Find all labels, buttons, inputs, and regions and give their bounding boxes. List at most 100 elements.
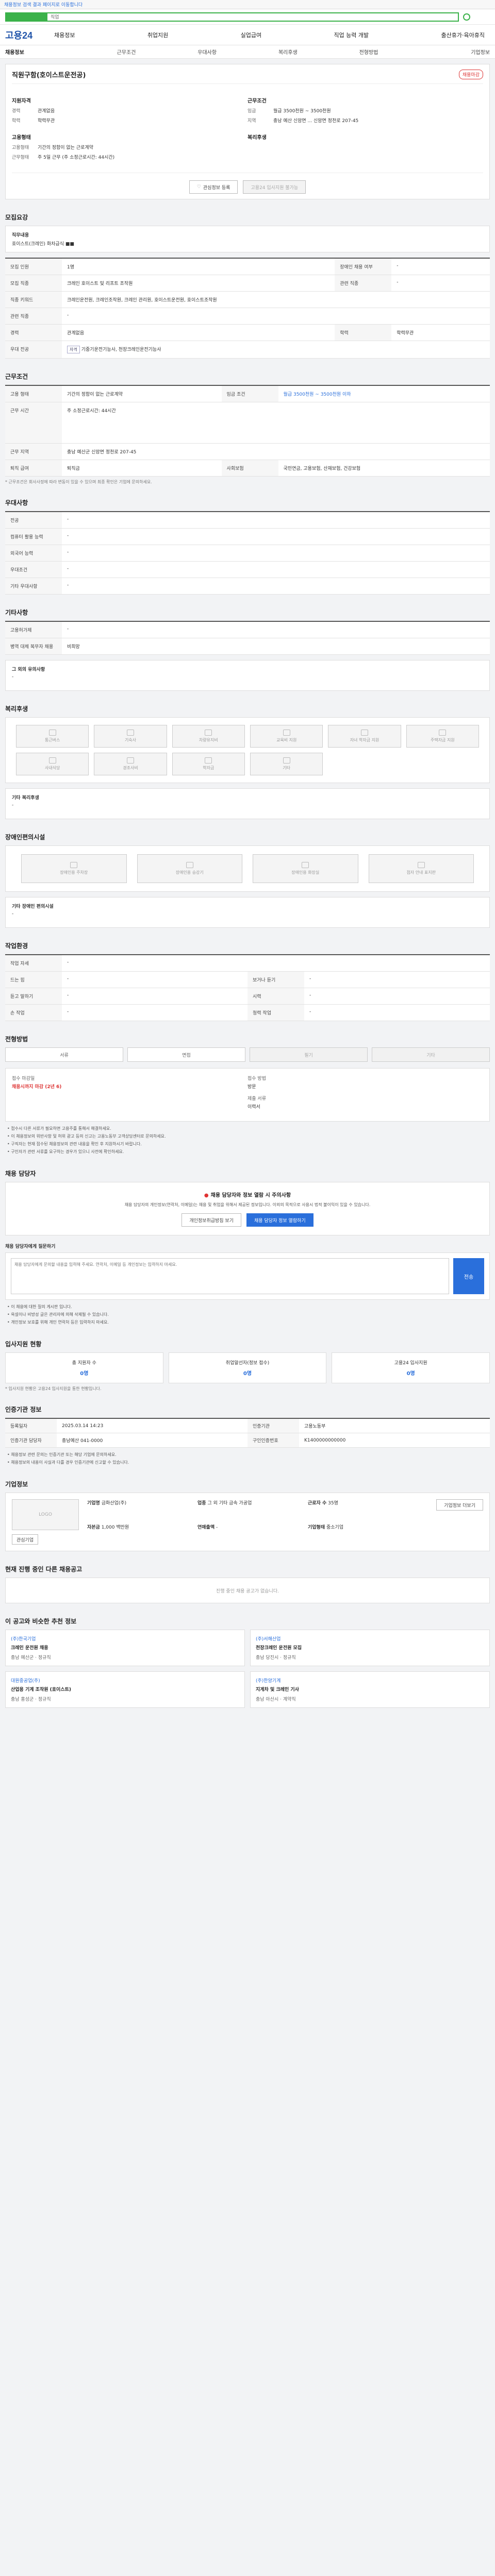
tab-corp[interactable]: 기업정보 bbox=[409, 48, 490, 56]
notice-bar[interactable]: 채용정보 검색 결과 페이지로 이동합니다 bbox=[0, 0, 495, 9]
menu-item[interactable]: 직업 능력 개발 bbox=[334, 31, 369, 39]
recommend-card[interactable]: (주)서해산업 천장크레인 운전원 모집 충남 당진시 · 정규직 bbox=[250, 1630, 490, 1666]
welfare-item: 기숙사 bbox=[94, 725, 167, 748]
rec-company: (주)한국기업 bbox=[11, 1637, 36, 1642]
corp-value: 1,000 백만원 bbox=[101, 1525, 129, 1530]
section-welfare: 복리후생 bbox=[5, 705, 28, 713]
section-disabled: 장애인편의시설 bbox=[5, 834, 45, 841]
section-qa: 채용 담당자 bbox=[5, 1170, 36, 1177]
status-key: 총 지원자 수 bbox=[72, 1361, 96, 1366]
apply-value: 방문 bbox=[248, 1084, 256, 1090]
row-key: 모집 직종 bbox=[5, 275, 62, 292]
search-input[interactable]: 직업 bbox=[47, 13, 458, 20]
summary-value: 주 5일 근무 (주 소정근로시간: 44시간) bbox=[38, 155, 115, 160]
row-value: - bbox=[62, 528, 490, 545]
welfare-item: 주택자금 지원 bbox=[406, 725, 479, 748]
status-value: 0명 bbox=[243, 1371, 252, 1377]
welfare-label: 학자금 bbox=[203, 766, 214, 770]
menu-item[interactable]: 취업지원 bbox=[147, 31, 168, 39]
summary-value: 월급 3500천원 ~ 3500천원 bbox=[273, 109, 331, 114]
welfare-item: 차량유지비 bbox=[172, 725, 245, 748]
summary-key: 학력 bbox=[12, 118, 21, 124]
welfare-item: 교육비 지원 bbox=[250, 725, 323, 748]
section-etc: 기타사항 bbox=[5, 609, 28, 616]
search-category[interactable] bbox=[6, 13, 47, 21]
notice-text[interactable]: 채용정보 검색 결과 페이지로 이동합니다 bbox=[4, 1, 82, 8]
tab-work[interactable]: 근무조건 bbox=[86, 48, 167, 56]
section-job: 모집요강 bbox=[5, 214, 28, 221]
tab-method[interactable]: 전형방법 bbox=[328, 48, 409, 56]
row-key: 관련 직종 bbox=[335, 275, 392, 292]
restroom-icon bbox=[302, 862, 309, 868]
row-value: - bbox=[62, 512, 490, 529]
section-status: 입사지원 현황 bbox=[5, 1341, 42, 1348]
row-value: 2025.03.14 14:23 bbox=[57, 1418, 248, 1433]
row-key: 시력 bbox=[248, 988, 304, 1005]
summary-head: 복리후생 bbox=[248, 135, 267, 141]
site-logo[interactable]: 고용24 bbox=[5, 28, 54, 42]
section-env: 작업환경 bbox=[5, 942, 28, 950]
etc-extra-label: 그 외의 유의사항 bbox=[12, 667, 45, 672]
row-key: 직종 키워드 bbox=[5, 291, 62, 308]
menu-item[interactable]: 실업급여 bbox=[241, 31, 261, 39]
status-key: 취업알선자(정보 접수) bbox=[225, 1361, 270, 1366]
status-row: 총 지원자 수 0명 취업알선자(정보 접수) 0명 고용24 입사지원 0명 bbox=[5, 1352, 490, 1383]
menu-item[interactable]: 출산휴가·육아휴직 bbox=[441, 31, 484, 39]
section-history: 인증기관 정보 bbox=[5, 1406, 42, 1413]
menu-item[interactable]: 채용정보 bbox=[54, 31, 75, 39]
search-icon[interactable] bbox=[463, 13, 470, 21]
corp-card: LOGO 관심기업 기업명 금화산업(주) 업종 그 외 기타 금속 가공업 근… bbox=[5, 1493, 490, 1551]
recommend-card[interactable]: (주)한양기계 지게차 및 크레인 기사 충남 아산시 · 계약직 bbox=[250, 1671, 490, 1708]
work-table: 고용 형태 기간의 정함이 없는 근로계약 임금 조건 월급 3500천원 ~ 350… bbox=[5, 385, 490, 477]
ask-submit-button[interactable]: 전송 bbox=[453, 1258, 484, 1294]
corp-fav-button[interactable]: 관심기업 bbox=[12, 1534, 39, 1545]
search-row: 직업 bbox=[0, 9, 495, 25]
method-tab[interactable]: 기타 bbox=[372, 1047, 490, 1062]
recommend-card[interactable]: 대원중공업(주) 산업용 기계 조작원 (호이스트) 충남 홍성군 · 정규직 bbox=[5, 1671, 245, 1708]
row-key: 관련 직종 bbox=[5, 308, 62, 325]
row-value: - bbox=[62, 561, 490, 578]
welfare-extra: 기타 복리후생 - bbox=[5, 788, 490, 819]
apply-button[interactable]: 고용24 입사지원 불가능 bbox=[243, 180, 306, 194]
row-value: 자격 기중기운전기능사, 천장크레인운전기능사 bbox=[62, 341, 490, 359]
welfare-grid: 통근버스 기숙사 차량유지비 교육비 지원 자녀 학자금 지원 주택자금 지원 … bbox=[5, 717, 490, 783]
section-recommend: 이 공고와 비슷한 추천 정보 bbox=[5, 1618, 77, 1625]
status-badge: 채용마감 bbox=[458, 70, 483, 79]
ask-input[interactable] bbox=[11, 1258, 449, 1294]
method-tab[interactable]: 필기 bbox=[250, 1047, 368, 1062]
privacy-policy-button[interactable]: 개인정보취급방침 보기 bbox=[182, 1213, 241, 1227]
tab-job[interactable]: 채용정보 bbox=[5, 48, 86, 56]
tab-welfare[interactable]: 복리후생 bbox=[248, 48, 328, 56]
recommend-card[interactable]: (주)한국기업 크레인 운전원 채용 충남 예산군 · 정규직 bbox=[5, 1630, 245, 1666]
bullet: 욕설이나 비방성 글은 관리자에 의해 삭제될 수 있습니다. bbox=[7, 1311, 490, 1318]
row-value: 월급 3500천원 ~ 3500천원 이하 bbox=[278, 385, 490, 402]
summary-value: 충남 예산 신암면 ... 신암면 정천로 207-45 bbox=[273, 118, 359, 124]
facility-item: 점자 안내 표지판 bbox=[368, 854, 474, 883]
others-empty: 진행 중인 채용 공고가 없습니다. bbox=[5, 1578, 490, 1603]
tab-pref[interactable]: 우대사항 bbox=[167, 48, 248, 56]
etc-icon bbox=[283, 757, 290, 764]
history-table: 등록일자 2025.03.14 14:23 인증기관 고용노동부 인증기관 담당자 충남… bbox=[5, 1418, 490, 1448]
favorite-button[interactable]: 관심정보 등록 bbox=[189, 180, 238, 194]
facility-item: 장애인용 승강기 bbox=[137, 854, 242, 883]
rec-title: 산업용 기계 조작원 (호이스트) bbox=[11, 1687, 71, 1692]
row-value: K1400000000000 bbox=[299, 1433, 490, 1448]
row-key: 고용 형태 bbox=[5, 385, 62, 402]
row-key: 듣고 말하기 bbox=[5, 988, 62, 1005]
row-key: 외국어 능력 bbox=[5, 545, 62, 562]
row-value: - bbox=[304, 1004, 490, 1021]
corp-more-button[interactable]: 기업정보 더보기 bbox=[436, 1499, 483, 1511]
corp-value: - bbox=[216, 1525, 218, 1530]
method-tab[interactable]: 서류 bbox=[5, 1047, 123, 1062]
view-contact-button[interactable]: 채용 담당자 정보 열람하기 bbox=[246, 1213, 314, 1227]
disabled-extra-label: 기타 장애인 편의시설 bbox=[12, 904, 54, 909]
row-key: 등록일자 bbox=[5, 1418, 57, 1433]
house-icon bbox=[439, 730, 447, 736]
section-work: 근무조건 bbox=[5, 373, 28, 380]
method-tab[interactable]: 면접 bbox=[127, 1047, 245, 1062]
search-box[interactable]: 직업 bbox=[5, 12, 459, 22]
dorm-icon bbox=[126, 730, 134, 736]
corp-field: 기업명 금화산업(주) bbox=[87, 1499, 190, 1520]
row-value: - bbox=[391, 258, 490, 275]
disabled-extra: 기타 장애인 편의시설 - bbox=[5, 897, 490, 928]
